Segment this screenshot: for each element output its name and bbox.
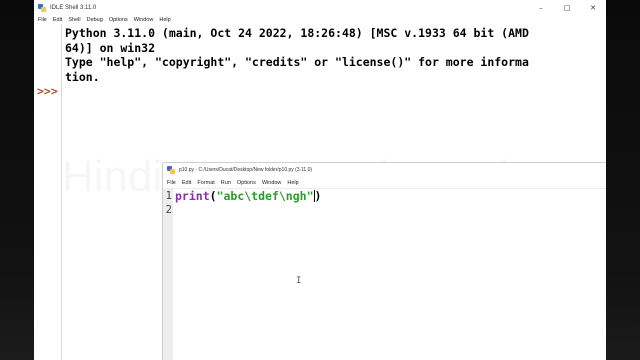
shell-banner-text: Python 3.11.0 (main, Oct 24 2022, 18:26:… [65,26,529,84]
editor-titlebar[interactable]: p10.py - C:/Users/Ducat/Desktop/New fold… [163,163,606,177]
shell-menu-window[interactable]: Window [134,17,154,23]
mouse-ibeam-cursor-icon: I [296,276,302,286]
close-paren: ) [314,189,322,203]
idle-editor-icon [167,166,175,174]
print-keyword: print [175,189,210,203]
shell-menu-debug[interactable]: Debug [87,17,103,23]
shell-banner-line: Python 3.11.0 (main, Oct 24 2022, 18:26:… [65,26,529,40]
editor-menu-options[interactable]: Options [237,180,256,186]
desktop-frame: IDLE Shell 3.11.0 – □ ✕ File Edit Shell … [34,0,606,360]
editor-menu-run[interactable]: Run [221,180,231,186]
line-number-gutter: 1 2 [163,189,173,360]
video-letterbox-right [606,0,640,360]
shell-menubar: File Edit Shell Debug Options Window Hel… [34,15,606,25]
video-letterbox-left [0,0,34,360]
maximize-button[interactable]: □ [554,0,580,15]
close-button[interactable]: ✕ [580,0,606,15]
editor-menu-help[interactable]: Help [287,180,298,186]
idle-app-icon [38,3,46,12]
editor-menu-edit[interactable]: Edit [182,180,191,186]
shell-window-title: IDLE Shell 3.11.0 [50,4,97,11]
shell-prompt: >>> [37,84,58,98]
shell-menu-shell[interactable]: Shell [68,17,80,23]
shell-menu-edit[interactable]: Edit [53,17,62,23]
shell-prompt-gutter [34,25,61,360]
shell-banner-line: tion. [65,69,100,84]
minimize-button[interactable]: – [528,0,554,15]
editor-menu-format[interactable]: Format [197,180,214,186]
shell-menu-options[interactable]: Options [109,17,128,23]
string-literal: "abc\tdef\ngh" [216,189,314,203]
shell-menu-file[interactable]: File [38,17,47,23]
open-paren: ( [209,189,217,203]
code-line-1[interactable]: print("abc\tdef\ngh") [175,189,321,203]
line-number: 2 [165,204,172,216]
shell-banner-line: 64)] on win32 [65,40,156,55]
code-editor-area[interactable]: 1 2 print("abc\tdef\ngh") I [163,189,606,360]
shell-banner-line: Type "help", "copyright", "credits" or "… [65,55,529,69]
editor-window: p10.py - C:/Users/Ducat/Desktop/New fold… [163,163,606,360]
editor-menu-file[interactable]: File [167,180,176,186]
editor-menu-window[interactable]: Window [262,180,282,186]
editor-window-title: p10.py - C:/Users/Ducat/Desktop/New fold… [179,167,313,173]
shell-window-controls: – □ ✕ [528,0,606,15]
shell-menu-help[interactable]: Help [159,17,170,23]
editor-menubar: File Edit Format Run Options Window Help [163,177,606,189]
line-number: 1 [165,190,172,202]
shell-titlebar[interactable]: IDLE Shell 3.11.0 – □ ✕ [34,0,606,15]
